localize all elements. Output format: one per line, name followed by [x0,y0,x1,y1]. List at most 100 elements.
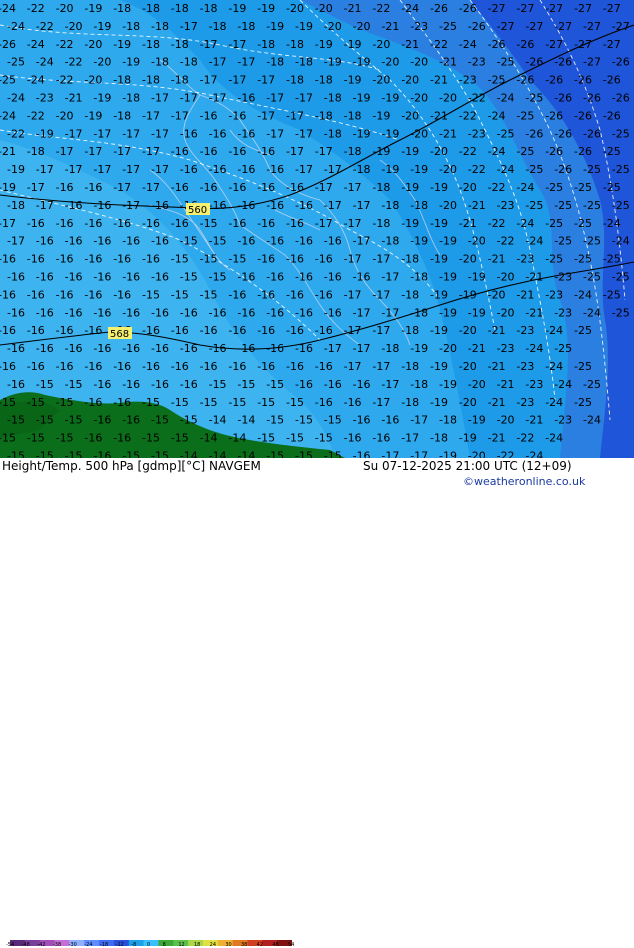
temperature-value: -16 [7,378,25,391]
temperature-value: -15 [266,450,284,459]
temperature-value: -19 [430,288,448,301]
temperature-value: -20 [497,414,515,427]
temperature-value: -23 [554,414,572,427]
colorbar-segment [158,940,174,946]
temperature-value: -20 [401,74,419,87]
temperature-value: -21 [497,378,515,391]
temperature-value: -15 [200,288,218,301]
temperature-value: -16 [142,253,160,266]
temperature-value: -18 [372,181,390,194]
temperature-value: -26 [554,127,572,140]
temperature-value: -26 [583,92,601,105]
temperature-value: -22 [497,450,515,459]
temperature-value: -27 [545,2,563,15]
temperature-value: -23 [36,92,54,105]
temperature-value: -15 [27,396,45,409]
temperature-value: -19 [353,92,371,105]
temperature-value: -17 [84,145,102,158]
temperature-value: -15 [142,396,160,409]
temperature-value: -19 [439,271,457,284]
temperature-value: -16 [56,288,74,301]
temperature-value: -16 [151,378,169,391]
temperature-value: -17 [344,288,362,301]
temperature-value: -17 [324,342,342,355]
temperature-value: -15 [209,378,227,391]
temperature-value: -18 [27,145,45,158]
temperature-value: -16 [171,145,189,158]
temperature-value: -26 [545,74,563,87]
temperature-value: -16 [27,253,45,266]
temperature-value: -17 [381,271,399,284]
temperature-value: -16 [228,109,246,122]
temperature-value: -16 [228,288,246,301]
temperature-value: -25 [574,217,592,230]
temperature-value: -16 [122,414,140,427]
temperature-value: -16 [237,271,255,284]
temperature-value: -20 [286,2,304,15]
temperature-value: -17 [344,324,362,337]
temperature-value: -18 [401,253,419,266]
temperature-value: -16 [200,360,218,373]
colorbar-tick-label: -42 [37,942,46,948]
temperature-value: -25 [603,181,621,194]
temperature-value: -14 [180,450,198,459]
temperature-value: -16 [266,306,284,319]
temperature-value: -23 [516,360,534,373]
temperature-value: -16 [84,360,102,373]
temperature-value: -19 [410,235,428,248]
temperature-value: -21 [488,253,506,266]
temperature-value: -15 [228,253,246,266]
temperature-value: -16 [209,342,227,355]
temperature-value: -26 [554,163,572,176]
temperature-value: -17 [142,145,160,158]
weather-map: -24-22-20-19-18-18-18-18-19-19-20-20-21-… [0,0,634,463]
temperature-value: -16 [65,306,83,319]
temperature-value: -27 [545,38,563,51]
temperature-value: -15 [295,414,313,427]
temperature-value: -16 [56,181,74,194]
temperature-value: -25 [603,288,621,301]
temperature-value: -16 [237,163,255,176]
temperature-value: -26 [603,109,621,122]
temperature-value: -17 [410,450,428,459]
temperature-value: -19 [84,2,102,15]
temperature-value: -23 [497,342,515,355]
temperature-value: -17 [410,414,428,427]
temperature-value: -27 [497,20,515,33]
temperature-value: -19 [324,56,342,69]
temperature-value: -24 [516,181,534,194]
temperature-value: -16 [56,217,74,230]
temperature-value: -14 [209,414,227,427]
temperature-value: -25 [439,20,457,33]
temperature-value: -27 [488,2,506,15]
temperature-value: -15 [315,432,333,445]
temperature-value: -19 [228,2,246,15]
colorbar-tick-label: 30 [225,942,232,948]
temperature-value: -16 [171,217,189,230]
temperature-value: -18 [266,56,284,69]
temperature-value: -20 [488,288,506,301]
temperature-value: -19 [381,163,399,176]
temperature-value: -25 [516,145,534,158]
temperature-value: -17 [286,109,304,122]
temperature-value: -16 [257,181,275,194]
temperature-value: -19 [459,432,477,445]
temperature-value: -15 [65,450,83,459]
temperature-value: -16 [286,324,304,337]
temperature-value: -18 [237,20,255,33]
temperature-value: -16 [237,127,255,140]
temperature-value: -15 [295,450,313,459]
temperature-value: -19 [468,306,486,319]
credit-link[interactable]: ©weatheronline.co.uk [463,475,585,488]
temperature-value: -16 [315,360,333,373]
temperature-value: -19 [430,396,448,409]
temperature-value: -18 [439,414,457,427]
temperature-value: -16 [84,253,102,266]
temperature-value: -25 [583,199,601,212]
temperature-value: -24 [497,163,515,176]
temperature-value: -25 [612,306,630,319]
temperature-value: -19 [372,145,390,158]
temperature-value: -15 [200,217,218,230]
temperature-value: -16 [27,324,45,337]
temperature-value: -20 [459,396,477,409]
